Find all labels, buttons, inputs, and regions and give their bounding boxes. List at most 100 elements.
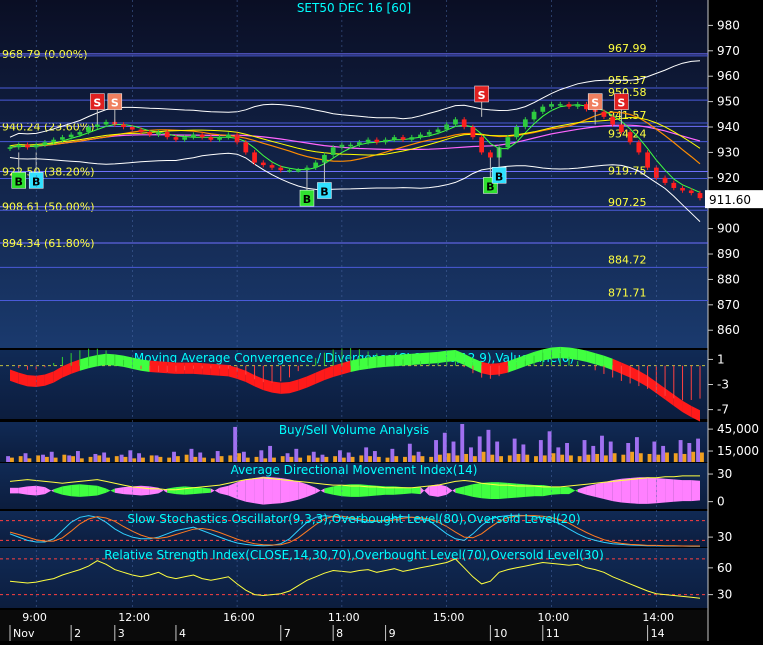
- volume-bar: [102, 452, 107, 462]
- volume-bar: [71, 456, 76, 462]
- candlestick: [505, 137, 511, 148]
- candlestick: [610, 116, 616, 125]
- volume-bar: [272, 457, 276, 462]
- y-tick-label: -3: [717, 378, 729, 392]
- volume-bar: [306, 455, 311, 462]
- buy-signal-label: B: [495, 170, 503, 183]
- buy-signal-label: B: [15, 175, 23, 188]
- candlestick: [488, 152, 493, 158]
- volume-bar: [638, 453, 643, 462]
- candlestick: [697, 193, 703, 199]
- directional-ribbon-segment: [682, 480, 692, 502]
- candlestick: [225, 134, 231, 138]
- y-tick-label: 15,000: [717, 444, 759, 458]
- directional-ribbon-segment: [481, 482, 491, 499]
- candlestick: [374, 139, 380, 143]
- y-tick-label: 860: [717, 323, 740, 337]
- volume-bar: [446, 453, 451, 462]
- macd-ribbon-segment: [219, 364, 229, 377]
- macd-ribbon-segment: [568, 347, 578, 361]
- price-chart-title: SET50 DEC 16 [60]: [297, 1, 411, 15]
- directional-ribbon-segment: [272, 477, 281, 504]
- macd-ribbon-segment: [272, 381, 281, 394]
- candlestick: [252, 152, 257, 163]
- date-tick-label: 14: [651, 627, 665, 640]
- volume-bar: [586, 454, 591, 462]
- directional-ribbon-segment: [656, 478, 666, 504]
- fibonacci-label: 968.79 (0.00%): [2, 48, 88, 61]
- macd-ribbon-segment: [446, 350, 456, 362]
- candlestick: [636, 142, 642, 153]
- volume-bar: [53, 457, 58, 462]
- y-tick-label: 890: [717, 247, 740, 261]
- candlestick: [121, 124, 126, 128]
- candlestick: [129, 127, 135, 130]
- macd-ribbon-segment: [184, 362, 194, 374]
- stochastic-title: Slow Stochastics Oscillator(9,3,3),Overb…: [127, 512, 580, 526]
- volume-bar: [416, 451, 421, 462]
- volume-bar: [647, 453, 652, 462]
- y-tick-label: 30: [717, 530, 732, 544]
- time-tick-label: 11:00: [328, 611, 360, 624]
- candlestick: [77, 132, 83, 135]
- volume-bar: [289, 456, 294, 462]
- volume-bar: [75, 451, 80, 462]
- price-level-label: 871.71: [608, 286, 647, 299]
- candlestick: [147, 132, 153, 135]
- volume-bar: [128, 450, 133, 462]
- volume-bar: [210, 458, 215, 462]
- adx-title: Average Directional Movement Index(14): [231, 463, 478, 477]
- y-tick-label: 1: [717, 352, 725, 366]
- volume-bar: [700, 452, 704, 462]
- volume-bar: [6, 456, 10, 462]
- price-level-label: 884.72: [608, 253, 647, 266]
- volume-bar: [407, 443, 412, 462]
- volume-bar: [451, 441, 456, 462]
- volume-bar: [538, 440, 543, 462]
- y-tick-label: 45,000: [717, 422, 759, 436]
- volume-bar: [630, 451, 635, 462]
- macd-ribbon-segment: [560, 346, 569, 359]
- volume-bar: [368, 456, 372, 462]
- chart-canvas[interactable]: SET50 DEC 16 [60] 968.79 (0.00%) 940.24 (2…: [0, 0, 763, 641]
- macd-ribbon-segment: [403, 353, 412, 366]
- macd-ribbon-segment: [376, 355, 386, 368]
- volume-bar: [154, 455, 159, 462]
- volume-bar: [67, 455, 72, 462]
- candlestick: [330, 147, 336, 155]
- volume-bar: [477, 436, 482, 462]
- volume-bar: [241, 451, 246, 462]
- candlestick: [182, 137, 188, 140]
- volume-bar: [41, 454, 45, 462]
- macd-ribbon-segment: [149, 360, 159, 373]
- directional-ribbon-segment: [621, 478, 631, 504]
- volume-bar: [341, 457, 346, 462]
- macd-ribbon-segment: [490, 363, 500, 376]
- volume-bar: [172, 451, 176, 462]
- directional-ribbon-segment: [27, 485, 37, 496]
- volume-bar: [298, 457, 303, 462]
- candlestick: [208, 137, 214, 140]
- date-tick-label: Nov: [13, 627, 35, 640]
- volume-bar: [88, 456, 93, 462]
- volume-bar: [123, 456, 128, 462]
- volume-bar: [516, 453, 521, 462]
- volume-bar: [603, 455, 608, 462]
- volume-bar: [652, 441, 657, 462]
- volume-bar: [542, 455, 547, 462]
- candlestick: [557, 104, 563, 106]
- directional-ribbon-segment: [298, 481, 307, 500]
- volume-bar: [193, 456, 198, 462]
- trading-chart[interactable]: SET50 DEC 16 [60] 968.79 (0.00%) 940.24 (2…: [0, 0, 763, 641]
- y-tick-label: 30: [717, 588, 732, 602]
- directional-ribbon-segment: [673, 479, 683, 502]
- candlestick: [601, 111, 607, 117]
- volume-bar: [141, 457, 145, 462]
- sell-signal-label: S: [591, 97, 599, 110]
- y-tick-label: 870: [717, 298, 740, 312]
- date-tick-label: 9: [389, 627, 396, 640]
- candlestick: [383, 139, 388, 143]
- volume-bar: [359, 455, 364, 462]
- candlestick: [138, 129, 144, 133]
- date-tick-label: 8: [336, 627, 343, 640]
